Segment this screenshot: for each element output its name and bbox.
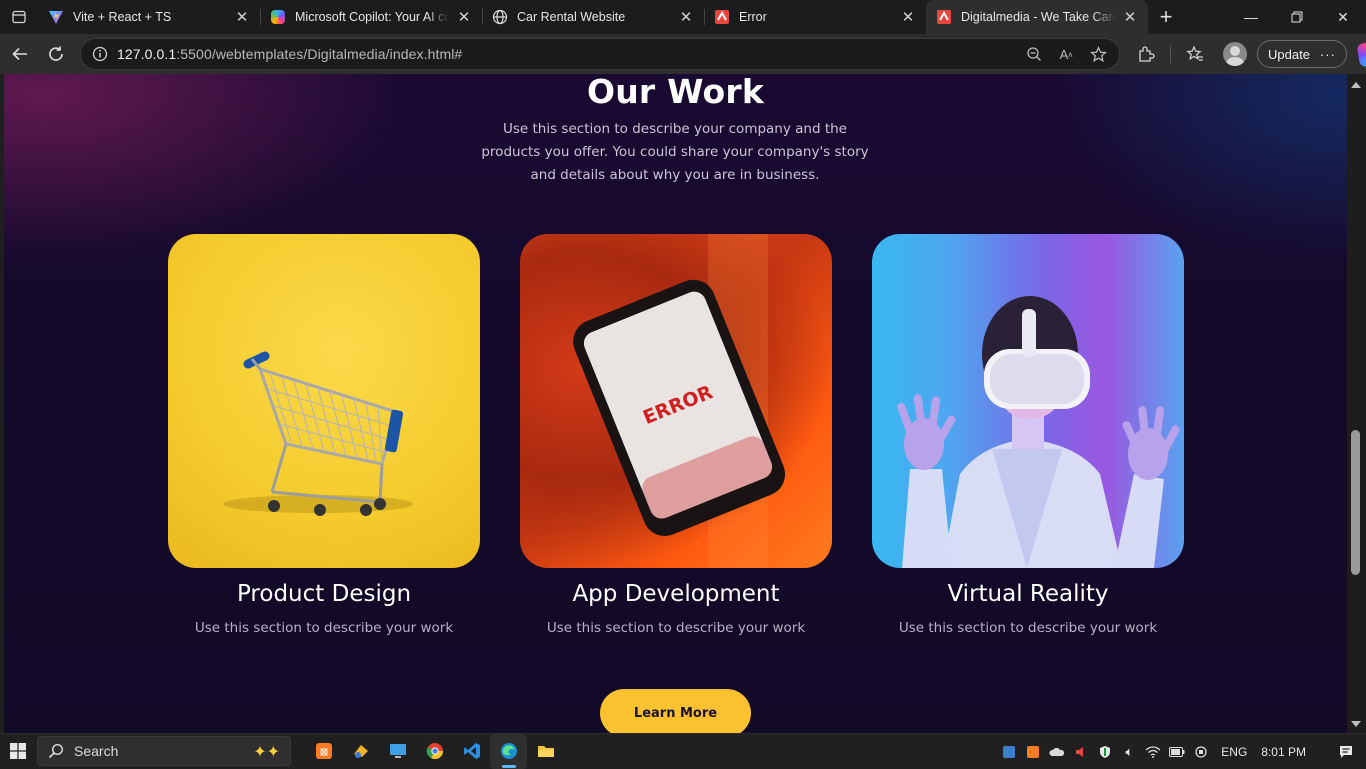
copilot-icon <box>270 9 286 25</box>
windows-start-icon[interactable] <box>0 734 36 769</box>
tab-actions-icon[interactable] <box>0 0 38 34</box>
remote-desktop-icon[interactable] <box>379 734 416 769</box>
app-launcher-icon[interactable] <box>342 734 379 769</box>
learn-more-button[interactable]: Learn More <box>600 689 751 733</box>
security-shield-icon[interactable] <box>1093 734 1117 769</box>
extensions-icon[interactable] <box>1128 38 1164 70</box>
card-title: Product Design <box>236 581 412 607</box>
close-tab-icon[interactable]: ✕ <box>676 7 696 27</box>
close-tab-icon[interactable]: ✕ <box>454 7 474 27</box>
section-title: Our Work <box>586 74 765 111</box>
tab-title: Digitalmedia - We Take Care of <box>961 10 1116 24</box>
restore-icon[interactable] <box>1274 0 1320 34</box>
work-card-app-development: ERROR App Development Use this section t… <box>520 234 832 636</box>
page-viewport: Our Work Use this section to describe yo… <box>4 74 1347 733</box>
favorites-icon[interactable] <box>1177 38 1213 70</box>
windows-taskbar: Search ✦✦ ⊠ 🔈︎ ENG 8:01 PM <box>0 733 1366 769</box>
window-controls: — ✕ <box>1228 0 1366 34</box>
profile-avatar[interactable] <box>1223 42 1247 66</box>
vscode-icon[interactable] <box>453 734 490 769</box>
site-logo-icon <box>936 9 952 25</box>
chrome-icon[interactable] <box>416 734 453 769</box>
update-label: Update <box>1268 46 1310 62</box>
xampp-tray-icon[interactable] <box>1021 734 1045 769</box>
tab-copilot[interactable]: Microsoft Copilot: Your AI companion ✕ <box>260 0 482 34</box>
copilot-icon[interactable] <box>1356 40 1366 68</box>
close-tab-icon[interactable]: ✕ <box>898 7 918 27</box>
scrollbar-thumb[interactable] <box>1351 430 1360 575</box>
card-description: Use this section to describe your work <box>194 620 454 636</box>
site-logo-icon <box>714 9 730 25</box>
section-description: Use this section to describe your compan… <box>481 121 869 183</box>
svg-text:⊠: ⊠ <box>319 747 327 758</box>
page-scrollbar[interactable] <box>1347 74 1366 733</box>
update-button[interactable]: Update ··· <box>1257 40 1347 68</box>
favorite-star-icon[interactable] <box>1085 41 1111 67</box>
card-description: Use this section to describe your work <box>898 620 1158 636</box>
edge-icon[interactable] <box>490 733 527 769</box>
scroll-up-icon[interactable] <box>1351 82 1361 88</box>
address-bar[interactable]: 127.0.0.1:5500/webtemplates/Digitalmedia… <box>80 38 1120 70</box>
work-card-virtual-reality: Virtual Reality Use this section to desc… <box>872 234 1184 636</box>
vr-headset-image <box>872 234 1184 568</box>
shopping-cart-image <box>168 234 480 568</box>
phone-error-image: ERROR <box>520 234 832 568</box>
onedrive-icon[interactable] <box>1045 734 1069 769</box>
card-description: Use this section to describe your work <box>546 620 806 636</box>
close-tab-icon[interactable]: ✕ <box>232 7 252 27</box>
tab-vite[interactable]: Vite + React + TS ✕ <box>38 0 260 34</box>
clock[interactable]: 8:01 PM <box>1261 745 1306 759</box>
display-icon[interactable] <box>1189 734 1213 769</box>
notifications-icon[interactable] <box>1326 744 1366 760</box>
url-text: 127.0.0.1:5500/webtemplates/Digitalmedia… <box>117 46 463 62</box>
more-menu-icon[interactable]: ··· <box>1320 47 1336 62</box>
file-explorer-icon[interactable] <box>527 734 564 769</box>
minimize-icon[interactable]: — <box>1228 0 1274 34</box>
reload-icon[interactable] <box>38 38 74 70</box>
search-placeholder: Search <box>74 743 119 759</box>
globe-icon <box>492 9 508 25</box>
tab-car-rental[interactable]: Car Rental Website ✕ <box>482 0 704 34</box>
xampp-icon[interactable]: ⊠ <box>305 734 342 769</box>
system-tray: 🔈︎ ENG 8:01 PM <box>997 734 1366 769</box>
tab-title: Error <box>739 10 767 24</box>
speaker-muted-icon[interactable] <box>1069 734 1093 769</box>
close-tab-icon[interactable]: ✕ <box>1120 7 1140 27</box>
close-window-icon[interactable]: ✕ <box>1320 0 1366 34</box>
language-indicator[interactable]: ENG <box>1221 745 1247 759</box>
browser-tab-strip: Vite + React + TS ✕ Microsoft Copilot: Y… <box>0 0 1366 34</box>
zoom-out-icon[interactable] <box>1021 41 1047 67</box>
battery-icon[interactable] <box>1165 734 1189 769</box>
search-icon <box>48 743 64 759</box>
card-title: Virtual Reality <box>947 581 1109 607</box>
tab-title: Car Rental Website <box>517 10 626 24</box>
new-tab-button[interactable]: + <box>1148 0 1184 34</box>
browser-toolbar: 127.0.0.1:5500/webtemplates/Digitalmedia… <box>0 34 1366 74</box>
card-title: App Development <box>572 581 780 607</box>
toolbar-right: Update ··· <box>1128 38 1366 70</box>
scroll-down-icon[interactable] <box>1351 721 1361 727</box>
taskbar-search-input[interactable]: Search ✦✦ <box>37 736 291 766</box>
tab-title: Vite + React + TS <box>73 10 172 24</box>
read-aloud-icon[interactable]: Aʌ <box>1053 41 1079 67</box>
work-card-product-design: Product Design Use this section to descr… <box>168 234 480 636</box>
vite-icon <box>48 9 64 25</box>
wifi-icon[interactable] <box>1141 734 1165 769</box>
tab-error[interactable]: Error ✕ <box>704 0 926 34</box>
back-icon[interactable] <box>2 38 38 70</box>
copilot-sparkle-icon: ✦✦ <box>253 744 280 761</box>
tab-digitalmedia[interactable]: Digitalmedia - We Take Care of ✕ <box>926 0 1148 34</box>
taskbar-apps: ⊠ <box>305 733 564 769</box>
tab-title: Microsoft Copilot: Your AI companion <box>295 10 450 24</box>
site-info-icon[interactable] <box>89 43 111 65</box>
volume-icon[interactable]: 🔈︎ <box>1117 734 1141 769</box>
tray-app-icon[interactable] <box>997 734 1021 769</box>
